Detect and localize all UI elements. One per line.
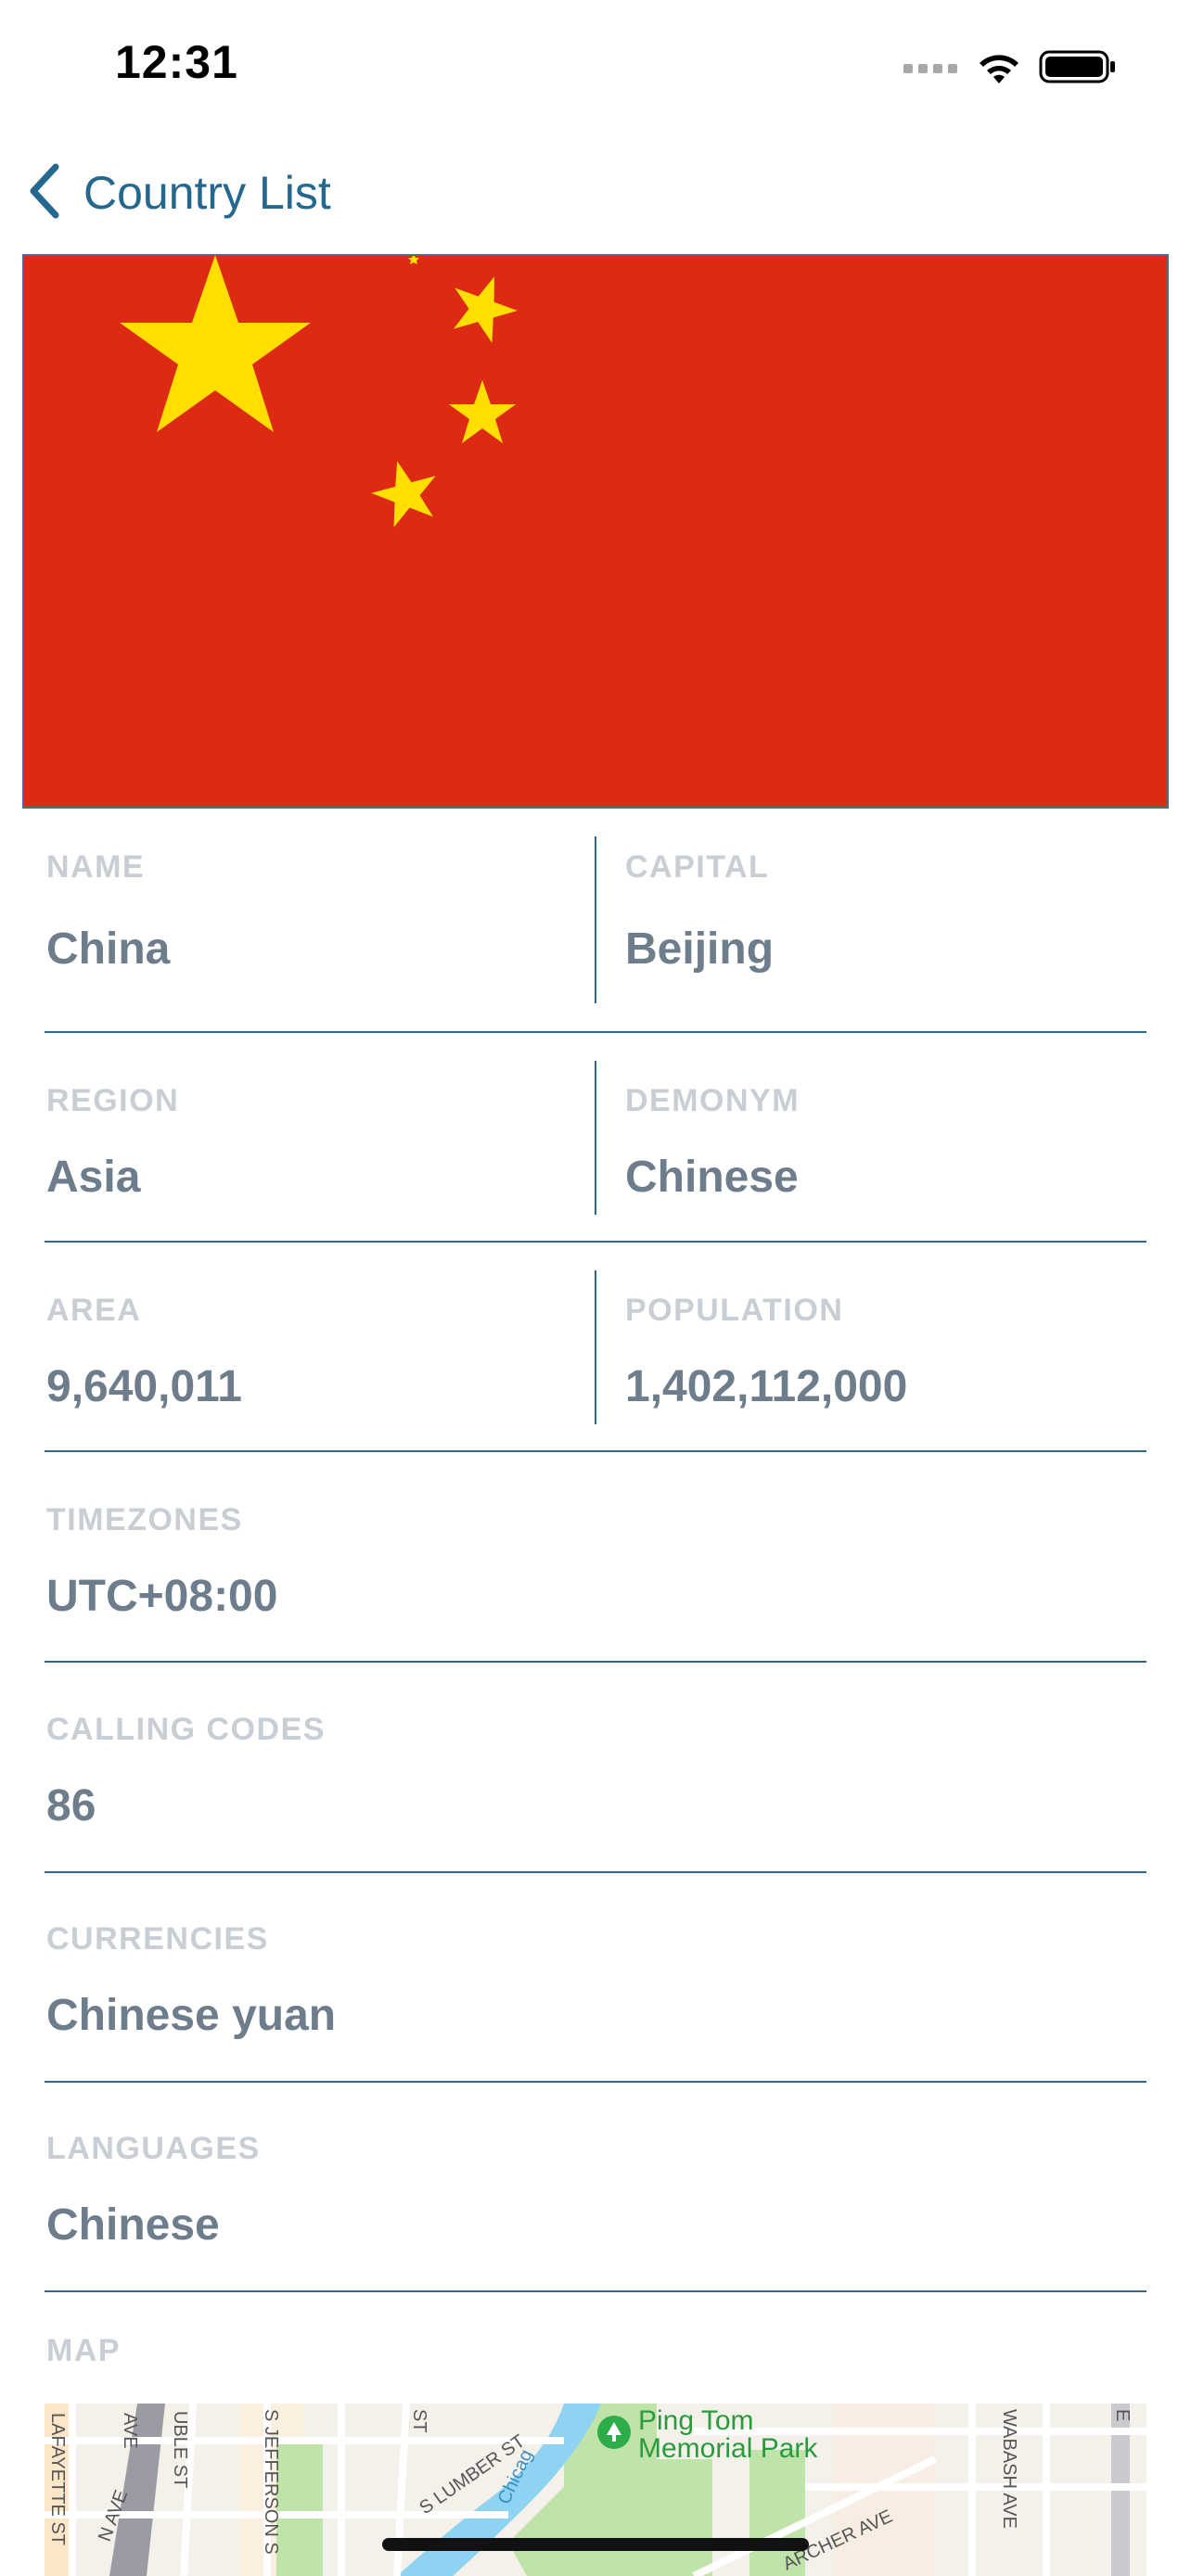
column-divider (595, 1061, 596, 1215)
row-divider (45, 1031, 1146, 1033)
region-label: REGION (46, 1083, 180, 1118)
row-divider (45, 1871, 1146, 1873)
map-street-label: S JEFFERSON S (261, 2409, 281, 2555)
languages-value: Chinese (46, 2200, 220, 2250)
signal-icon (903, 60, 959, 78)
row-divider (45, 2290, 1146, 2292)
map-street-label: UBLE ST (170, 2411, 190, 2488)
timezones-value: UTC+08:00 (46, 1572, 278, 1621)
map-label: MAP (46, 2333, 122, 2368)
capital-value: Beijing (625, 925, 775, 974)
population-value: 1,402,112,000 (625, 1362, 908, 1411)
timezones-label: TIMEZONES (46, 1502, 243, 1537)
area-label: AREA (46, 1293, 142, 1328)
map-street-label: ST (409, 2409, 429, 2433)
currencies-value: Chinese yuan (46, 1991, 337, 2040)
map-street-label: LAFAYETTE ST (47, 2413, 68, 2545)
wifi-icon (976, 48, 1022, 90)
population-label: POPULATION (625, 1293, 844, 1328)
map-street-label: WABASH AVE (999, 2409, 1019, 2529)
map-street-label: AVE (120, 2413, 140, 2449)
status-icons (903, 45, 1117, 93)
status-time: 12:31 (115, 36, 238, 88)
currencies-label: CURRENCIES (46, 1921, 269, 1957)
name-label: NAME (46, 849, 146, 885)
row-divider (45, 1450, 1146, 1452)
chevron-left-icon (28, 163, 61, 223)
battery-icon (1039, 48, 1117, 90)
row-divider (45, 1661, 1146, 1663)
row-divider (45, 1241, 1146, 1243)
languages-label: LANGUAGES (46, 2131, 261, 2166)
region-value: Asia (46, 1153, 141, 1202)
area-value: 9,640,011 (46, 1362, 242, 1411)
capital-label: CAPITAL (625, 849, 770, 885)
back-button-label: Country List (83, 167, 331, 219)
country-flag-image (22, 254, 1169, 809)
calling-codes-value: 86 (46, 1781, 96, 1830)
demonym-value: Chinese (625, 1153, 799, 1202)
name-value: China (46, 925, 171, 974)
column-divider (595, 1270, 596, 1424)
calling-codes-label: CALLING CODES (46, 1712, 326, 1747)
map-poi-line2: Memorial Park (638, 2433, 818, 2464)
back-button[interactable]: Country List (28, 156, 331, 230)
home-indicator[interactable] (382, 2538, 809, 2551)
column-divider (595, 836, 596, 1003)
row-divider (45, 2081, 1146, 2083)
demonym-label: DEMONYM (625, 1083, 800, 1118)
park-pin-icon (597, 2416, 631, 2449)
map-street-label: E (1112, 2409, 1133, 2421)
map-poi-line1: Ping Tom (638, 2405, 754, 2436)
